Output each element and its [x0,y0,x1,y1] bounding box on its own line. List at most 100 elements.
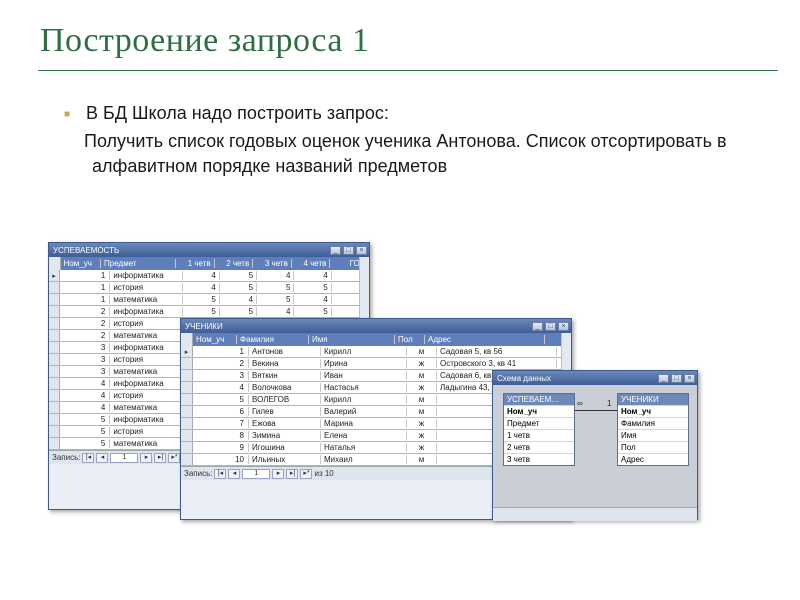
cell[interactable]: Ежова [249,419,321,428]
cell[interactable]: 4 [183,271,220,280]
cell[interactable]: 5 [257,295,294,304]
cell[interactable]: Векина [249,359,321,368]
table-row[interactable]: 2информатика55455 [49,306,369,318]
cell[interactable]: ж [407,383,437,392]
row-selector[interactable] [49,282,60,293]
nav-next-button[interactable]: ▸ [272,469,284,479]
nav-last-button[interactable]: ▸| [154,453,166,463]
cell[interactable]: Вяткин [249,371,321,380]
cell[interactable]: 3 [60,355,110,364]
cell[interactable]: ВОЛЕГОВ [249,395,321,404]
nav-position-input[interactable]: 1 [242,469,270,479]
maximize-button[interactable]: □ [343,246,354,255]
relationship-canvas[interactable]: УСПЕВАЕМ… Ном_уч Предмет 1 четв 2 четв 3… [495,387,695,505]
cell[interactable]: 4 [193,383,249,392]
titlebar[interactable]: УСПЕВАЕМОСТЬ _ □ × [49,243,369,257]
row-selector[interactable] [181,394,193,405]
cell[interactable]: м [407,371,437,380]
titlebar[interactable]: УЧЕНИКИ _ □ × [181,319,571,333]
cell[interactable]: ж [407,443,437,452]
table-box-uspevaemost[interactable]: УСПЕВАЕМ… Ном_уч Предмет 1 четв 2 четв 3… [503,393,575,466]
cell[interactable]: Гилев [249,407,321,416]
cell[interactable]: Настасья [321,383,407,392]
cell[interactable]: ж [407,431,437,440]
row-selector[interactable] [49,426,60,437]
cell[interactable]: 2 [60,319,110,328]
col-header[interactable]: 3 четв [253,259,292,268]
cell[interactable]: 4 [294,271,331,280]
col-header[interactable]: 2 четв [215,259,254,268]
col-header[interactable]: 1 четв [176,259,215,268]
nav-last-button[interactable]: ▸| [286,469,298,479]
field[interactable]: 3 четв [504,453,574,465]
field[interactable]: 1 четв [504,429,574,441]
cell[interactable]: м [407,395,437,404]
row-selector[interactable] [181,442,193,453]
cell[interactable]: Садовая 5, кв 56 [437,347,557,356]
col-header[interactable]: Пол [395,335,425,344]
close-button[interactable]: × [356,246,367,255]
table-row[interactable]: 2ВекинаИринажОстровского 3, кв 41 [181,358,571,370]
cell[interactable]: ж [407,359,437,368]
cell[interactable]: Марина [321,419,407,428]
cell[interactable]: Ирина [321,359,407,368]
field[interactable]: Ном_уч [618,405,688,417]
row-selector[interactable] [181,370,193,381]
minimize-button[interactable]: _ [330,246,341,255]
row-selector[interactable] [49,390,60,401]
cell[interactable]: история [110,391,182,400]
field[interactable]: Адрес [618,453,688,465]
cell[interactable]: информатика [110,343,182,352]
col-header[interactable]: Имя [309,335,395,344]
cell[interactable]: 4 [294,295,331,304]
cell[interactable]: математика [110,403,182,412]
cell[interactable]: 5 [220,307,257,316]
cell[interactable]: 2 [60,331,110,340]
row-selector[interactable] [49,342,60,353]
maximize-button[interactable]: □ [671,374,682,383]
minimize-button[interactable]: _ [658,374,669,383]
cell[interactable]: Островского 3, кв 41 [437,359,557,368]
cell[interactable]: история [110,283,182,292]
col-header[interactable]: Фамилия [237,335,309,344]
maximize-button[interactable]: □ [545,322,556,331]
cell[interactable]: 1 [60,283,110,292]
cell[interactable]: Кирилл [321,395,407,404]
cell[interactable]: 3 [60,367,110,376]
cell[interactable]: 1 [193,347,249,356]
cell[interactable]: математика [110,367,182,376]
cell[interactable]: 5 [183,295,220,304]
cell[interactable]: 4 [60,403,110,412]
cell[interactable]: м [407,455,437,464]
cell[interactable]: 2 [60,307,110,316]
field[interactable]: Пол [618,441,688,453]
cell[interactable]: Иван [321,371,407,380]
cell[interactable]: 4 [220,295,257,304]
cell[interactable]: 4 [60,391,110,400]
cell[interactable]: математика [110,439,182,448]
row-selector[interactable] [49,402,60,413]
cell[interactable]: 5 [220,271,257,280]
row-selector[interactable] [49,330,60,341]
cell[interactable]: ж [407,419,437,428]
cell[interactable]: Ильиных [249,455,321,464]
cell[interactable]: информатика [110,415,182,424]
field[interactable]: Имя [618,429,688,441]
cell[interactable]: Михаил [321,455,407,464]
row-selector[interactable] [49,414,60,425]
field[interactable]: 2 четв [504,441,574,453]
cell[interactable]: м [407,347,437,356]
cell[interactable]: Валерий [321,407,407,416]
cell[interactable]: 5 [294,307,331,316]
nav-new-button[interactable]: ▸* [300,469,312,479]
col-header[interactable]: Адрес [425,335,545,344]
cell[interactable]: 7 [193,419,249,428]
row-selector[interactable] [181,418,193,429]
cell[interactable]: информатика [110,271,182,280]
row-selector[interactable] [49,438,60,449]
cell[interactable]: Елена [321,431,407,440]
row-selector[interactable] [49,306,60,317]
cell[interactable]: 3 [60,343,110,352]
cell[interactable]: 6 [193,407,249,416]
cell[interactable]: Наталья [321,443,407,452]
